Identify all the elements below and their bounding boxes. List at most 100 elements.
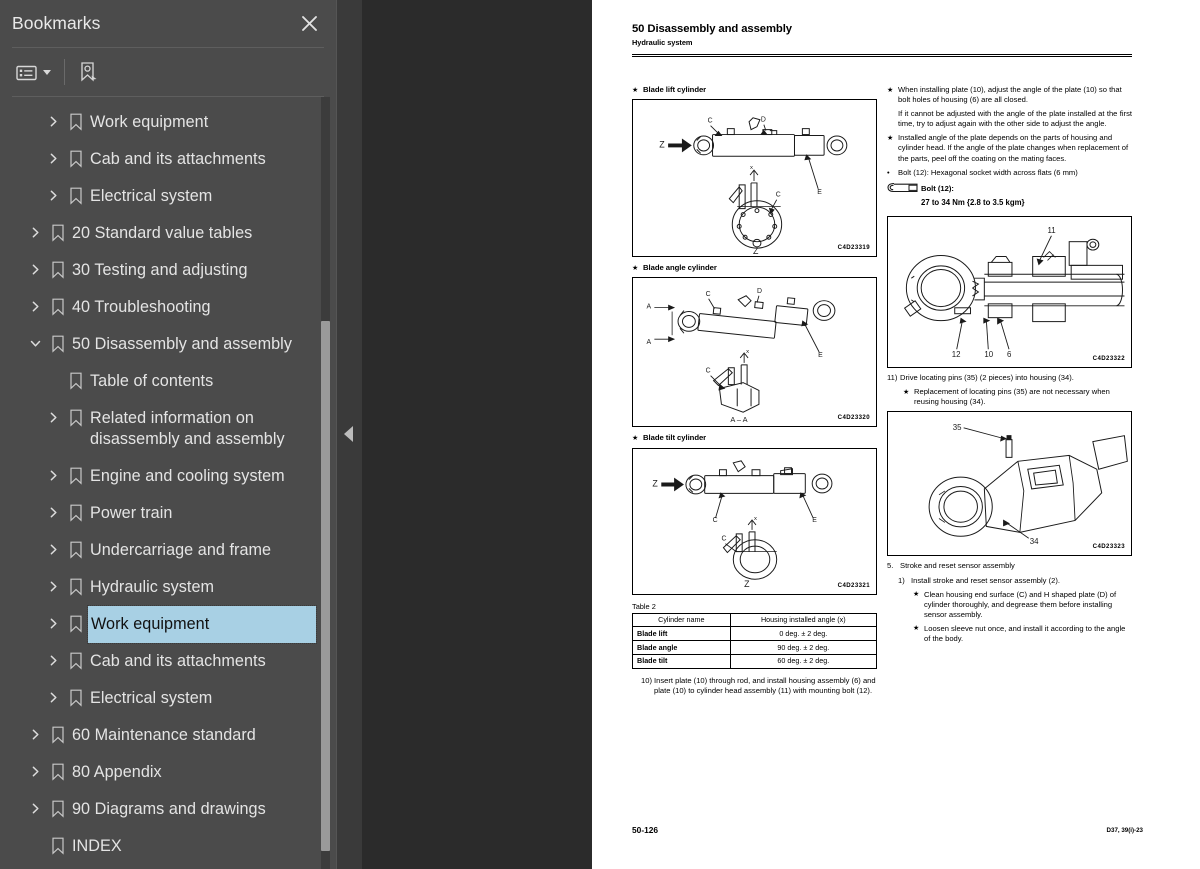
torque-wrench-icon bbox=[887, 182, 921, 196]
bookmark-label: Electrical system bbox=[90, 689, 213, 707]
bookmark-item-electrical-system[interactable]: Electrical system bbox=[0, 680, 318, 717]
svg-text:Z: Z bbox=[744, 579, 750, 589]
svg-text:D: D bbox=[761, 117, 766, 124]
svg-text:C: C bbox=[776, 192, 781, 199]
chevron-right-icon[interactable] bbox=[42, 178, 64, 202]
bookmark-icon bbox=[64, 643, 88, 670]
bookmark-label: Electrical system bbox=[90, 187, 213, 205]
bookmark-item-cab-and-its-attachments[interactable]: Cab and its attachments bbox=[0, 141, 318, 178]
bookmark-item-power-train[interactable]: Power train bbox=[0, 495, 318, 532]
svg-text:A – A: A – A bbox=[730, 416, 747, 425]
bookmark-item-cab-and-its-attachments[interactable]: Cab and its attachments bbox=[0, 643, 318, 680]
svg-text:11: 11 bbox=[1047, 226, 1055, 235]
bookmark-icon bbox=[64, 569, 88, 596]
figure-locating-pins: 35 34 C4D23323 bbox=[887, 411, 1132, 557]
panel-title: Bookmarks bbox=[12, 13, 101, 33]
svg-text:A: A bbox=[646, 304, 651, 311]
list-options-button[interactable] bbox=[12, 57, 55, 87]
chevron-down-icon[interactable] bbox=[24, 326, 46, 350]
chevron-right-icon[interactable] bbox=[42, 569, 64, 593]
svg-text:C: C bbox=[706, 291, 711, 298]
bullet-1-row: • Bolt (12): Hexagonal socket width acro… bbox=[887, 168, 1132, 178]
bookmark-label: Work equipment bbox=[90, 113, 209, 131]
chevron-right-icon[interactable] bbox=[24, 215, 46, 239]
chevron-right-icon[interactable] bbox=[24, 717, 46, 741]
table-header-cylinder-name: Cylinder name bbox=[632, 612, 731, 628]
chevron-right-icon[interactable] bbox=[42, 458, 64, 482]
chevron-right-icon[interactable] bbox=[42, 532, 64, 556]
blade-tilt-cylinder-drawing: Z C E x C Z bbox=[652, 459, 833, 589]
bookmark-item-engine-and-cooling-system[interactable]: Engine and cooling system bbox=[0, 458, 318, 495]
chevron-right-icon[interactable] bbox=[42, 400, 64, 424]
chevron-right-icon[interactable] bbox=[42, 606, 64, 630]
svg-text:C: C bbox=[713, 517, 718, 524]
star-bullet-icon: ★ bbox=[887, 134, 894, 142]
bookmark-item-60-maintenance-standard[interactable]: 60 Maintenance standard bbox=[0, 717, 318, 754]
document-viewer[interactable]: 50 Disassembly and assembly Hydraulic sy… bbox=[362, 0, 1200, 869]
chevron-right-icon[interactable] bbox=[24, 252, 46, 276]
bookmark-item-work-equipment[interactable]: Work equipment bbox=[0, 605, 318, 644]
star-bullet-icon: ★ bbox=[887, 86, 894, 94]
figure2-caption-row: ★ Blade angle cylinder bbox=[632, 263, 877, 273]
bookmark-item-index[interactable]: INDEX bbox=[0, 828, 318, 865]
bookmark-item-90-diagrams-and-drawings[interactable]: 90 Diagrams and drawings bbox=[0, 791, 318, 828]
star-bullet-icon: ★ bbox=[632, 434, 639, 442]
bookmark-tree-scroll-area[interactable]: Work equipment Cab and its attachments Ele… bbox=[0, 97, 336, 869]
bookmark-label: 50 Disassembly and assembly bbox=[72, 335, 292, 353]
close-icon[interactable] bbox=[296, 11, 322, 37]
bookmark-label: 60 Maintenance standard bbox=[72, 726, 256, 744]
chevron-right-icon[interactable] bbox=[24, 289, 46, 313]
bookmark-label: Hydraulic system bbox=[90, 578, 215, 596]
bookmark-item-20-standard-value-tables[interactable]: 20 Standard value tables bbox=[0, 215, 318, 252]
torque-label: Bolt (12): bbox=[921, 183, 954, 193]
note-2-text: Installed angle of the plate depends on … bbox=[898, 133, 1129, 163]
bookmark-icon bbox=[46, 828, 70, 855]
sidebar-scrollbar-thumb[interactable] bbox=[321, 321, 330, 851]
bookmark-item-30-testing-and-adjusting[interactable]: 30 Testing and adjusting bbox=[0, 252, 318, 289]
chevron-down-icon[interactable] bbox=[43, 69, 51, 75]
chevron-right-icon[interactable] bbox=[42, 141, 64, 165]
svg-text:x: x bbox=[746, 349, 749, 355]
chevron-right-icon[interactable] bbox=[42, 643, 64, 667]
bookmark-item-undercarriage-and-frame[interactable]: Undercarriage and frame bbox=[0, 532, 318, 569]
page-header-subtitle: Hydraulic system bbox=[632, 38, 693, 48]
svg-text:A: A bbox=[646, 340, 651, 347]
table-row: Blade tilt 60 deg. ± 2 deg. bbox=[632, 653, 878, 669]
chevron-right-icon[interactable] bbox=[42, 104, 64, 128]
chevron-right-icon[interactable] bbox=[42, 680, 64, 704]
collapse-left-arrow-icon[interactable] bbox=[344, 426, 353, 442]
chevron-right-icon[interactable] bbox=[24, 754, 46, 778]
bookmark-item-40-troubleshooting[interactable]: 40 Troubleshooting bbox=[0, 289, 318, 326]
bookmark-icon bbox=[46, 326, 70, 353]
bookmark-item-table-of-contents[interactable]: Table of contents bbox=[0, 363, 318, 400]
step-10-row: 10) Insert plate (10) through rod, and i… bbox=[641, 676, 877, 696]
figure3-caption-row: ★ Blade tilt cylinder bbox=[632, 433, 877, 443]
svg-text:Z: Z bbox=[659, 140, 665, 150]
svg-text:E: E bbox=[818, 352, 823, 359]
bookmark-icon bbox=[64, 495, 88, 522]
svg-text:x: x bbox=[754, 516, 757, 522]
chevron-right-icon[interactable] bbox=[24, 791, 46, 815]
figure1-caption-row: ★ Blade lift cylinder bbox=[632, 85, 877, 95]
star-bullet-icon: ★ bbox=[913, 625, 920, 633]
step-10-number: 10) bbox=[641, 675, 652, 685]
svg-text:10: 10 bbox=[984, 350, 993, 359]
chevron-right-icon[interactable] bbox=[42, 495, 64, 519]
bookmark-item-electrical-system[interactable]: Electrical system bbox=[0, 178, 318, 215]
step-11-text: Drive locating pins (35) (2 pieces) into… bbox=[900, 373, 1074, 383]
pdf-reader-window: Bookmarks Work equipment Cab and its att… bbox=[0, 0, 1200, 869]
locating-pins-drawing: 35 34 bbox=[928, 423, 1128, 547]
step-5-row: 5. Stroke and reset sensor assembly bbox=[887, 561, 1132, 571]
bookmark-item-hydraulic-system[interactable]: Hydraulic system bbox=[0, 569, 318, 606]
step-11-note-row: ★ Replacement of locating pins (35) are … bbox=[903, 387, 1132, 407]
bookmark-item-work-equipment[interactable]: Work equipment bbox=[0, 104, 318, 141]
bookmark-icon bbox=[64, 458, 88, 485]
bookmark-item-related-information-on-disassembly-and-assembly[interactable]: Related information on disassembly and a… bbox=[0, 400, 318, 458]
bookmark-item-50-disassembly-and-assembly[interactable]: 50 Disassembly and assembly bbox=[0, 326, 318, 363]
step-5-note-1-row: ★ Clean housing end surface (C) and H sh… bbox=[913, 590, 1132, 620]
bookmark-icon bbox=[46, 791, 70, 818]
bookmark-item-80-appendix[interactable]: 80 Appendix bbox=[0, 754, 318, 791]
new-bookmark-button[interactable] bbox=[74, 57, 104, 87]
step-11-note-text: Replacement of locating pins (35) are no… bbox=[914, 387, 1110, 407]
step-5-1-row: 1) Install stroke and reset sensor assem… bbox=[898, 576, 1132, 586]
